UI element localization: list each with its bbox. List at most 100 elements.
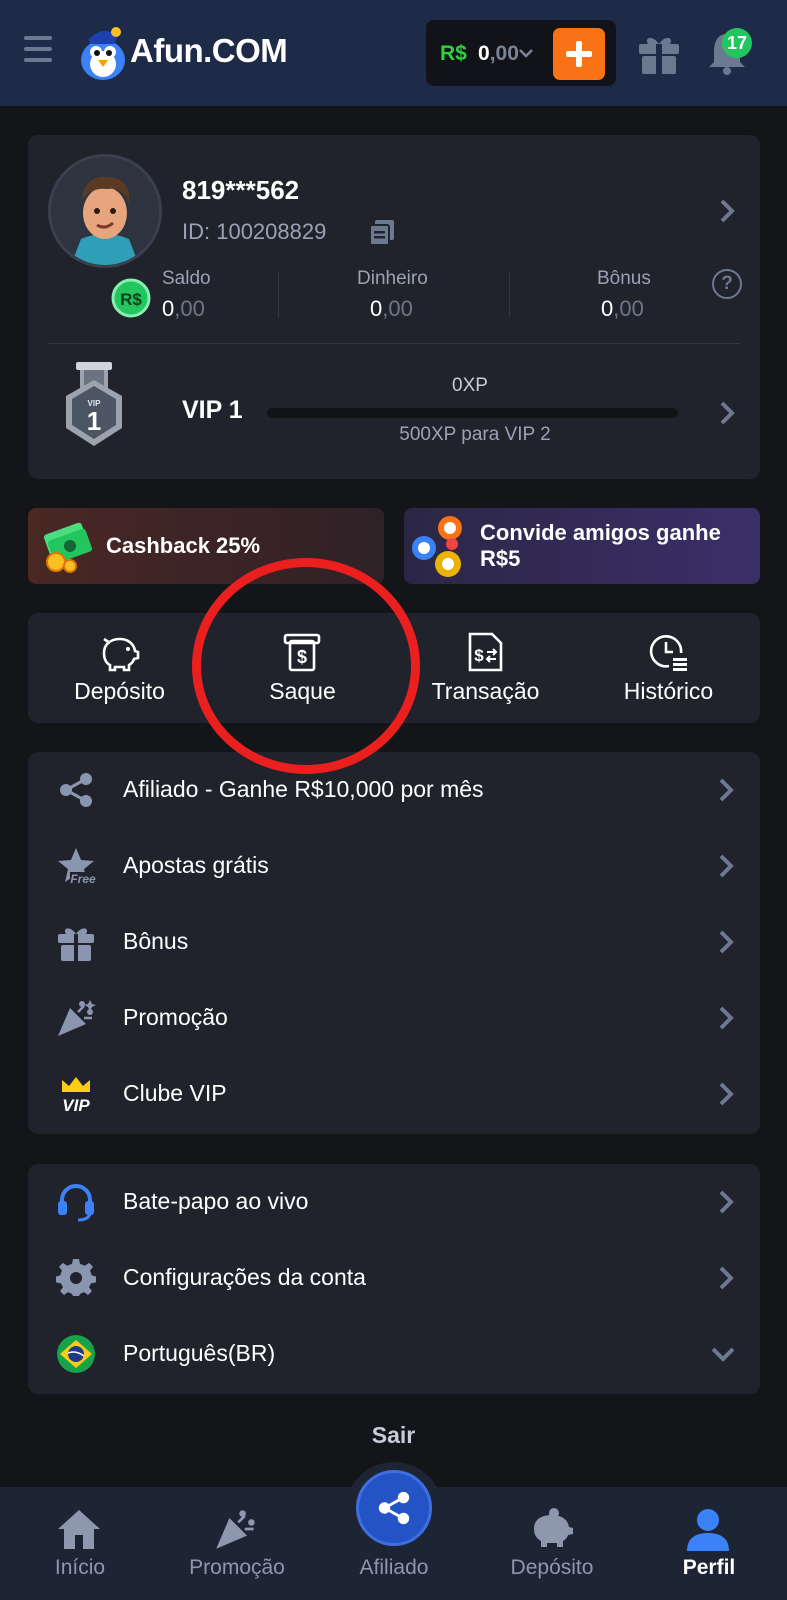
- lottery-balls-icon: [412, 516, 462, 577]
- menu-item-label: Bônus: [123, 928, 189, 954]
- action-transaction[interactable]: $ Transação: [394, 613, 577, 723]
- user-id: ID: 100208829: [182, 219, 327, 244]
- currency-symbol: R$: [440, 42, 467, 65]
- nav-deposit-label: Depósito: [510, 1556, 594, 1579]
- svg-text:$: $: [474, 646, 484, 665]
- avatar-illustration: [51, 157, 159, 265]
- bonus-value: 0,00: [601, 296, 644, 321]
- nav-deposit[interactable]: Depósito: [472, 1487, 632, 1600]
- vip-level-badge-icon: VIP 1: [66, 362, 122, 446]
- menu-item-label: Português(BR): [123, 1340, 276, 1366]
- menu-item-language[interactable]: Português(BR): [28, 1316, 760, 1392]
- nav-home[interactable]: Início: [0, 1487, 160, 1600]
- card-divider: [48, 343, 740, 344]
- menu-item-live-chat[interactable]: Bate-papo ao vivo: [28, 1164, 760, 1240]
- help-icon[interactable]: ?: [712, 269, 742, 299]
- copy-icon[interactable]: [368, 218, 396, 246]
- action-transaction-label: Transação: [431, 678, 540, 704]
- menu-item-affiliate[interactable]: Afiliado - Ganhe R$10,000 por mês: [28, 752, 760, 828]
- menu-item-label: Configurações da conta: [123, 1264, 366, 1290]
- atm-withdraw-icon: $: [283, 633, 321, 672]
- party-popper-icon: [58, 1000, 96, 1036]
- saldo-label: Saldo: [162, 268, 211, 289]
- free-star-icon: Free: [58, 848, 96, 886]
- action-history-label: Histórico: [623, 678, 714, 704]
- vip-tag-text: VIP: [62, 1096, 90, 1114]
- vip-chevron-right-icon[interactable]: [716, 400, 738, 426]
- user-avatar[interactable]: [48, 154, 162, 268]
- stat-divider: [509, 272, 510, 318]
- profile-chevron-right-icon[interactable]: [716, 198, 738, 224]
- action-withdraw-label: Saque: [269, 678, 336, 704]
- user-icon: [687, 1509, 729, 1551]
- dinheiro-value: 0,00: [370, 296, 413, 321]
- invite-text-line1: Convide amigos ganhe: [480, 520, 721, 545]
- logo-icon: [81, 27, 125, 80]
- vip-badge-level: 1: [87, 406, 101, 436]
- chevron-down-icon: [519, 49, 533, 58]
- cashback-text: Cashback 25%: [106, 533, 261, 558]
- piggy-bank-icon: [534, 1508, 573, 1547]
- rs-coin-icon: R$: [111, 278, 151, 318]
- hamburger-menu-icon[interactable]: [24, 36, 52, 68]
- nav-affiliate-button[interactable]: [356, 1470, 432, 1546]
- menu-item-label: Apostas grátis: [123, 852, 269, 878]
- action-withdraw[interactable]: $ Saque: [211, 613, 394, 723]
- rs-coin-text: R$: [120, 290, 142, 309]
- action-deposit[interactable]: Depósito: [28, 613, 211, 723]
- share-nodes-icon: [378, 1491, 410, 1525]
- headset-icon: [58, 1184, 94, 1222]
- menu-item-label: Promoção: [123, 1004, 228, 1030]
- action-deposit-label: Depósito: [74, 678, 165, 704]
- gear-icon: [56, 1258, 96, 1296]
- bonus-label: Bônus: [597, 268, 651, 289]
- menu-item-label: Clube VIP: [123, 1080, 227, 1106]
- xp-progress-bar: [267, 408, 678, 418]
- chevron-right-icon: [719, 854, 734, 878]
- xp-current: 0XP: [452, 375, 488, 396]
- dinheiro-label: Dinheiro: [357, 268, 428, 289]
- xp-next-level: 500XP para VIP 2: [399, 424, 551, 445]
- saldo-value: 0,00: [162, 296, 205, 321]
- chevron-right-icon: [719, 778, 734, 802]
- gift-icon[interactable]: [636, 30, 682, 76]
- nav-promotion[interactable]: Promoção: [157, 1487, 317, 1600]
- nav-affiliate-label: Afiliado: [359, 1556, 429, 1579]
- add-funds-button[interactable]: [553, 28, 605, 80]
- menu-item-vip-club[interactable]: VIP Clube VIP: [28, 1056, 760, 1132]
- menu-item-label: Afiliado - Ganhe R$10,000 por mês: [123, 776, 484, 802]
- free-tag-text: Free: [70, 872, 96, 886]
- brand-name[interactable]: Afun.COM: [130, 32, 288, 70]
- chevron-down-icon: [711, 1347, 735, 1362]
- home-icon: [58, 1510, 100, 1549]
- header-balance: 0,00: [478, 42, 519, 65]
- money-stack-icon: [43, 522, 93, 573]
- menu-item-free-bets[interactable]: Free Apostas grátis: [28, 828, 760, 904]
- chevron-right-icon: [719, 1006, 734, 1030]
- chevron-right-icon: [719, 930, 734, 954]
- party-popper-icon: [216, 1510, 255, 1549]
- menu-item-account-settings[interactable]: Configurações da conta: [28, 1240, 760, 1316]
- menu-item-promotion[interactable]: Promoção: [28, 980, 760, 1056]
- brazil-flag-icon: [57, 1335, 95, 1373]
- gift-icon: [58, 928, 94, 961]
- menu-item-bonus[interactable]: Bônus: [28, 904, 760, 980]
- svg-text:$: $: [297, 647, 307, 667]
- chevron-right-icon: [719, 1266, 734, 1290]
- nav-profile-label: Perfil: [682, 1556, 736, 1579]
- share-nodes-icon: [60, 773, 92, 807]
- nav-home-label: Início: [54, 1556, 106, 1579]
- chevron-right-icon: [719, 1082, 734, 1106]
- username: 819***562: [182, 175, 300, 205]
- notification-count-badge: 17: [722, 28, 752, 58]
- logout-button[interactable]: Sair: [0, 1422, 787, 1449]
- nav-profile[interactable]: Perfil: [629, 1487, 787, 1600]
- piggy-bank-icon: [102, 637, 140, 672]
- vip-level-label: VIP 1: [182, 396, 243, 424]
- invite-text-line2: R$5: [480, 546, 521, 571]
- action-history[interactable]: Histórico: [577, 613, 760, 723]
- stat-divider: [278, 272, 279, 318]
- nav-promotion-label: Promoção: [189, 1556, 285, 1579]
- chevron-right-icon: [719, 1190, 734, 1214]
- transaction-doc-icon: $: [468, 632, 503, 672]
